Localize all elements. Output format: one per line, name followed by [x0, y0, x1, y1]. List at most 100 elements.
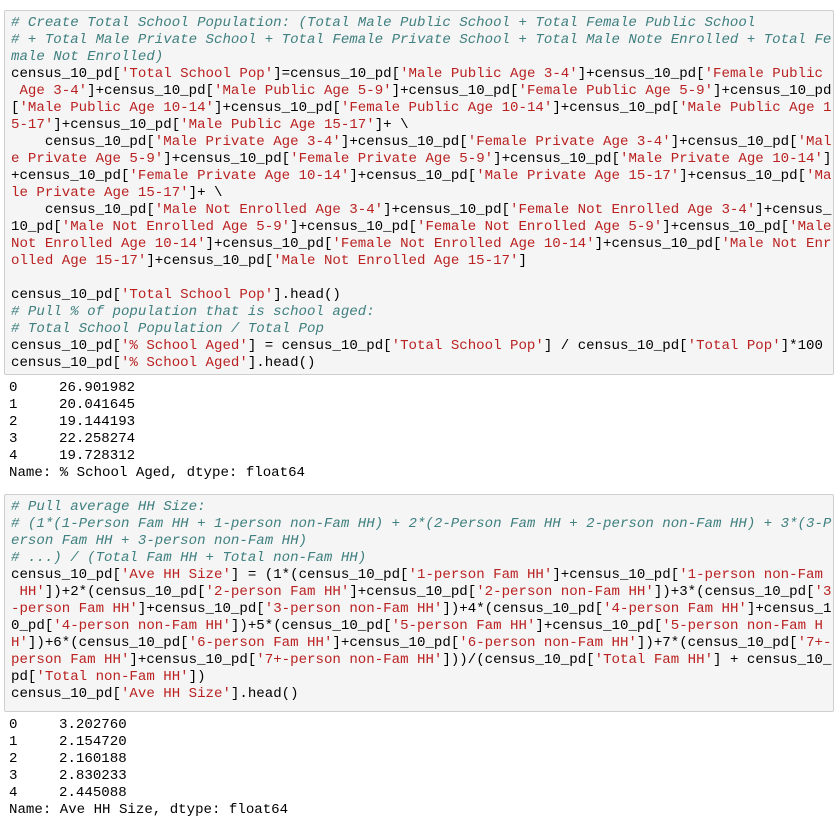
code-line: erson Fam HH + 3-person non-Fam HH): [11, 533, 833, 550]
code-string: 'Total non-Fam HH': [36, 669, 189, 685]
code-string: 'Total School Pop': [391, 338, 544, 354]
code-string: 'Total Pop': [687, 338, 781, 354]
code-string: 'Ave HH Size': [120, 686, 231, 702]
code-editor[interactable]: # Pull average HH Size: # (1*(1-Person Fa…: [11, 499, 833, 703]
code-line: # Create Total School Population: (Total…: [11, 15, 833, 32]
row-value: 3.202760: [59, 717, 127, 733]
code-line: census_10_pd['Total School Pop']=census_…: [11, 66, 833, 83]
code-string: 'Male Private Age 15-17': [476, 168, 680, 184]
code-comment: # Total School Population / Total Pop: [11, 321, 324, 337]
code-string: 'Male Not Enrolled Age 5-9': [61, 219, 291, 235]
code-string: 'Female Public Age 10-14': [340, 100, 553, 116]
code-cell-ave-hh-size[interactable]: # Pull average HH Size: # (1*(1-Person Fa…: [4, 494, 834, 712]
code-token: ] + census_10_: [713, 652, 832, 668]
code-line: # + Total Male Private School + Total Fe…: [11, 32, 833, 49]
code-token: ]+census_: [755, 202, 832, 218]
code-token: ]+census_10_pd[: [662, 219, 790, 235]
code-token: ]*100: [780, 338, 823, 354]
row-value: 19.728312: [59, 448, 136, 464]
code-token: ]+census_10_pd[: [205, 236, 333, 252]
code-token: ] = (1*(census_10_pd[: [230, 567, 409, 583]
code-string: 'Male: [789, 219, 832, 235]
row-value: 2.154720: [59, 734, 127, 750]
code-token: census_10_pd[: [11, 202, 155, 218]
code-line: census_10_pd['Ave HH Size'].head(): [11, 686, 833, 703]
code-comment: erson Fam HH + 3-person non-Fam HH): [11, 533, 308, 549]
row-index: 3: [9, 768, 18, 784]
code-editor[interactable]: # Create Total School Population: (Total…: [11, 15, 833, 372]
row-index: 2: [9, 414, 18, 430]
row-value: 2.445088: [59, 785, 127, 801]
code-line: HH'])+2*(census_10_pd['2-person Fam HH']…: [11, 584, 833, 601]
code-token: census_10_pd[: [11, 287, 121, 303]
code-token: ]=census_10_pd[: [273, 66, 401, 82]
code-token: ]+census_10_pd[: [214, 100, 341, 116]
code-cell-school-population[interactable]: # Create Total School Population: (Total…: [4, 10, 834, 375]
code-string: 5-17': [11, 117, 54, 133]
code-comment: # + Total Male Private School + Total Fe…: [11, 32, 832, 48]
row-index: 0: [9, 380, 18, 396]
code-string: '5-person non-Fam H: [662, 618, 823, 634]
code-string: 'Male Public Age 5-9': [214, 83, 392, 99]
row-value: 22.258274: [59, 431, 136, 447]
code-token: ].head(): [273, 287, 341, 303]
code-string: 'Total School Pop': [120, 66, 274, 82]
row-index: 4: [9, 785, 18, 801]
code-string: Not Enrolled Age 10-14': [11, 236, 206, 252]
row-index: 0: [9, 717, 18, 733]
row-value: 19.144193: [59, 414, 136, 430]
code-token: ] / census_10_pd[: [543, 338, 688, 354]
code-string: '4-person non-Fam HH': [53, 618, 231, 634]
code-token: ]+census_10_pd[: [137, 601, 265, 617]
code-string: 'Male Public Age 1: [679, 100, 832, 116]
code-token: 0_pd[: [11, 618, 54, 634]
code-token: ]+census_10_pd[: [552, 100, 680, 116]
code-string: HH': [11, 584, 45, 600]
code-string: le Private Age 15-17': [11, 185, 189, 201]
code-string: '2-person Fam HH': [205, 584, 350, 600]
code-line: census_10_pd['Total School Pop'].head(): [11, 287, 833, 304]
code-string: '7+-: [797, 635, 832, 651]
code-line: census_10_pd['% School Aged'].head(): [11, 355, 833, 372]
code-token: ]+census_10_pd[: [383, 202, 511, 218]
code-string: '% School Aged': [120, 338, 248, 354]
code-line: # Total School Population / Total Pop: [11, 321, 833, 338]
code-string: '2-person non-Fam HH': [476, 584, 654, 600]
code-comment: # ...) / (Total Fam HH + Total non-Fam H…: [11, 550, 367, 566]
series-footer: Name: % School Aged, dtype: float64: [9, 465, 306, 481]
code-string: 'Male Public Age 15-17': [180, 117, 375, 133]
code-string: '5-person Fam HH': [391, 618, 536, 634]
code-token: ].head(): [230, 686, 299, 702]
code-token: census_10_pd[: [11, 66, 121, 82]
code-line: # ...) / (Total Fam HH + Total non-Fam H…: [11, 550, 833, 567]
code-line: # Pull % of population that is school ag…: [11, 304, 833, 321]
code-token: ])+2*(census_10_pd[: [44, 584, 206, 600]
code-string: olled Age 15-17': [11, 253, 147, 269]
code-string: 'Female Not Enrolled Age 10-14': [332, 236, 595, 252]
cell-output-ave-hh-size: 0 3.202760 1 2.154720 2 2.160188 3 2.830233 4 2.4…: [9, 717, 288, 819]
code-token: ]): [188, 669, 206, 685]
code-token: ]+census_10_pd[: [129, 652, 257, 668]
code-string: Age 3-4': [11, 83, 88, 99]
row-value: 2.830233: [59, 768, 127, 784]
series-footer: Name: Ave HH Size, dtype: float64: [9, 802, 289, 818]
code-line: le Private Age 15-17']+ \: [11, 185, 833, 202]
code-string: 'Male Private Age 10-14': [619, 151, 823, 167]
code-token: ]+census_10_pd: [713, 83, 832, 99]
code-string: 'Female Public: [704, 66, 823, 82]
row-value: 26.901982: [59, 380, 136, 396]
code-token: ]+census_10_pd[: [53, 117, 181, 133]
code-token: ]+census_10_pd[: [146, 253, 274, 269]
code-line: 0_pd['4-person non-Fam HH'])+5*(census_1…: [11, 618, 833, 635]
code-string: 'Mal: [797, 134, 832, 150]
code-string: 'Total School Pop': [120, 287, 274, 303]
code-string: '6-person non-Fam HH': [459, 635, 637, 651]
code-string: 'Ave HH Size': [120, 567, 231, 583]
code-token: 10_pd[: [11, 219, 62, 235]
code-token: census_10_pd[: [11, 134, 155, 150]
code-string: 'Female Private Age 3-4': [467, 134, 671, 150]
code-string: 'Male Not Enrolled Age 3-4': [154, 202, 384, 218]
code-line: census_10_pd['Male Private Age 3-4']+cen…: [11, 134, 833, 151]
code-line: census_10_pd['Male Not Enrolled Age 3-4'…: [11, 202, 833, 219]
output-row: 1 2.154720: [9, 734, 288, 751]
